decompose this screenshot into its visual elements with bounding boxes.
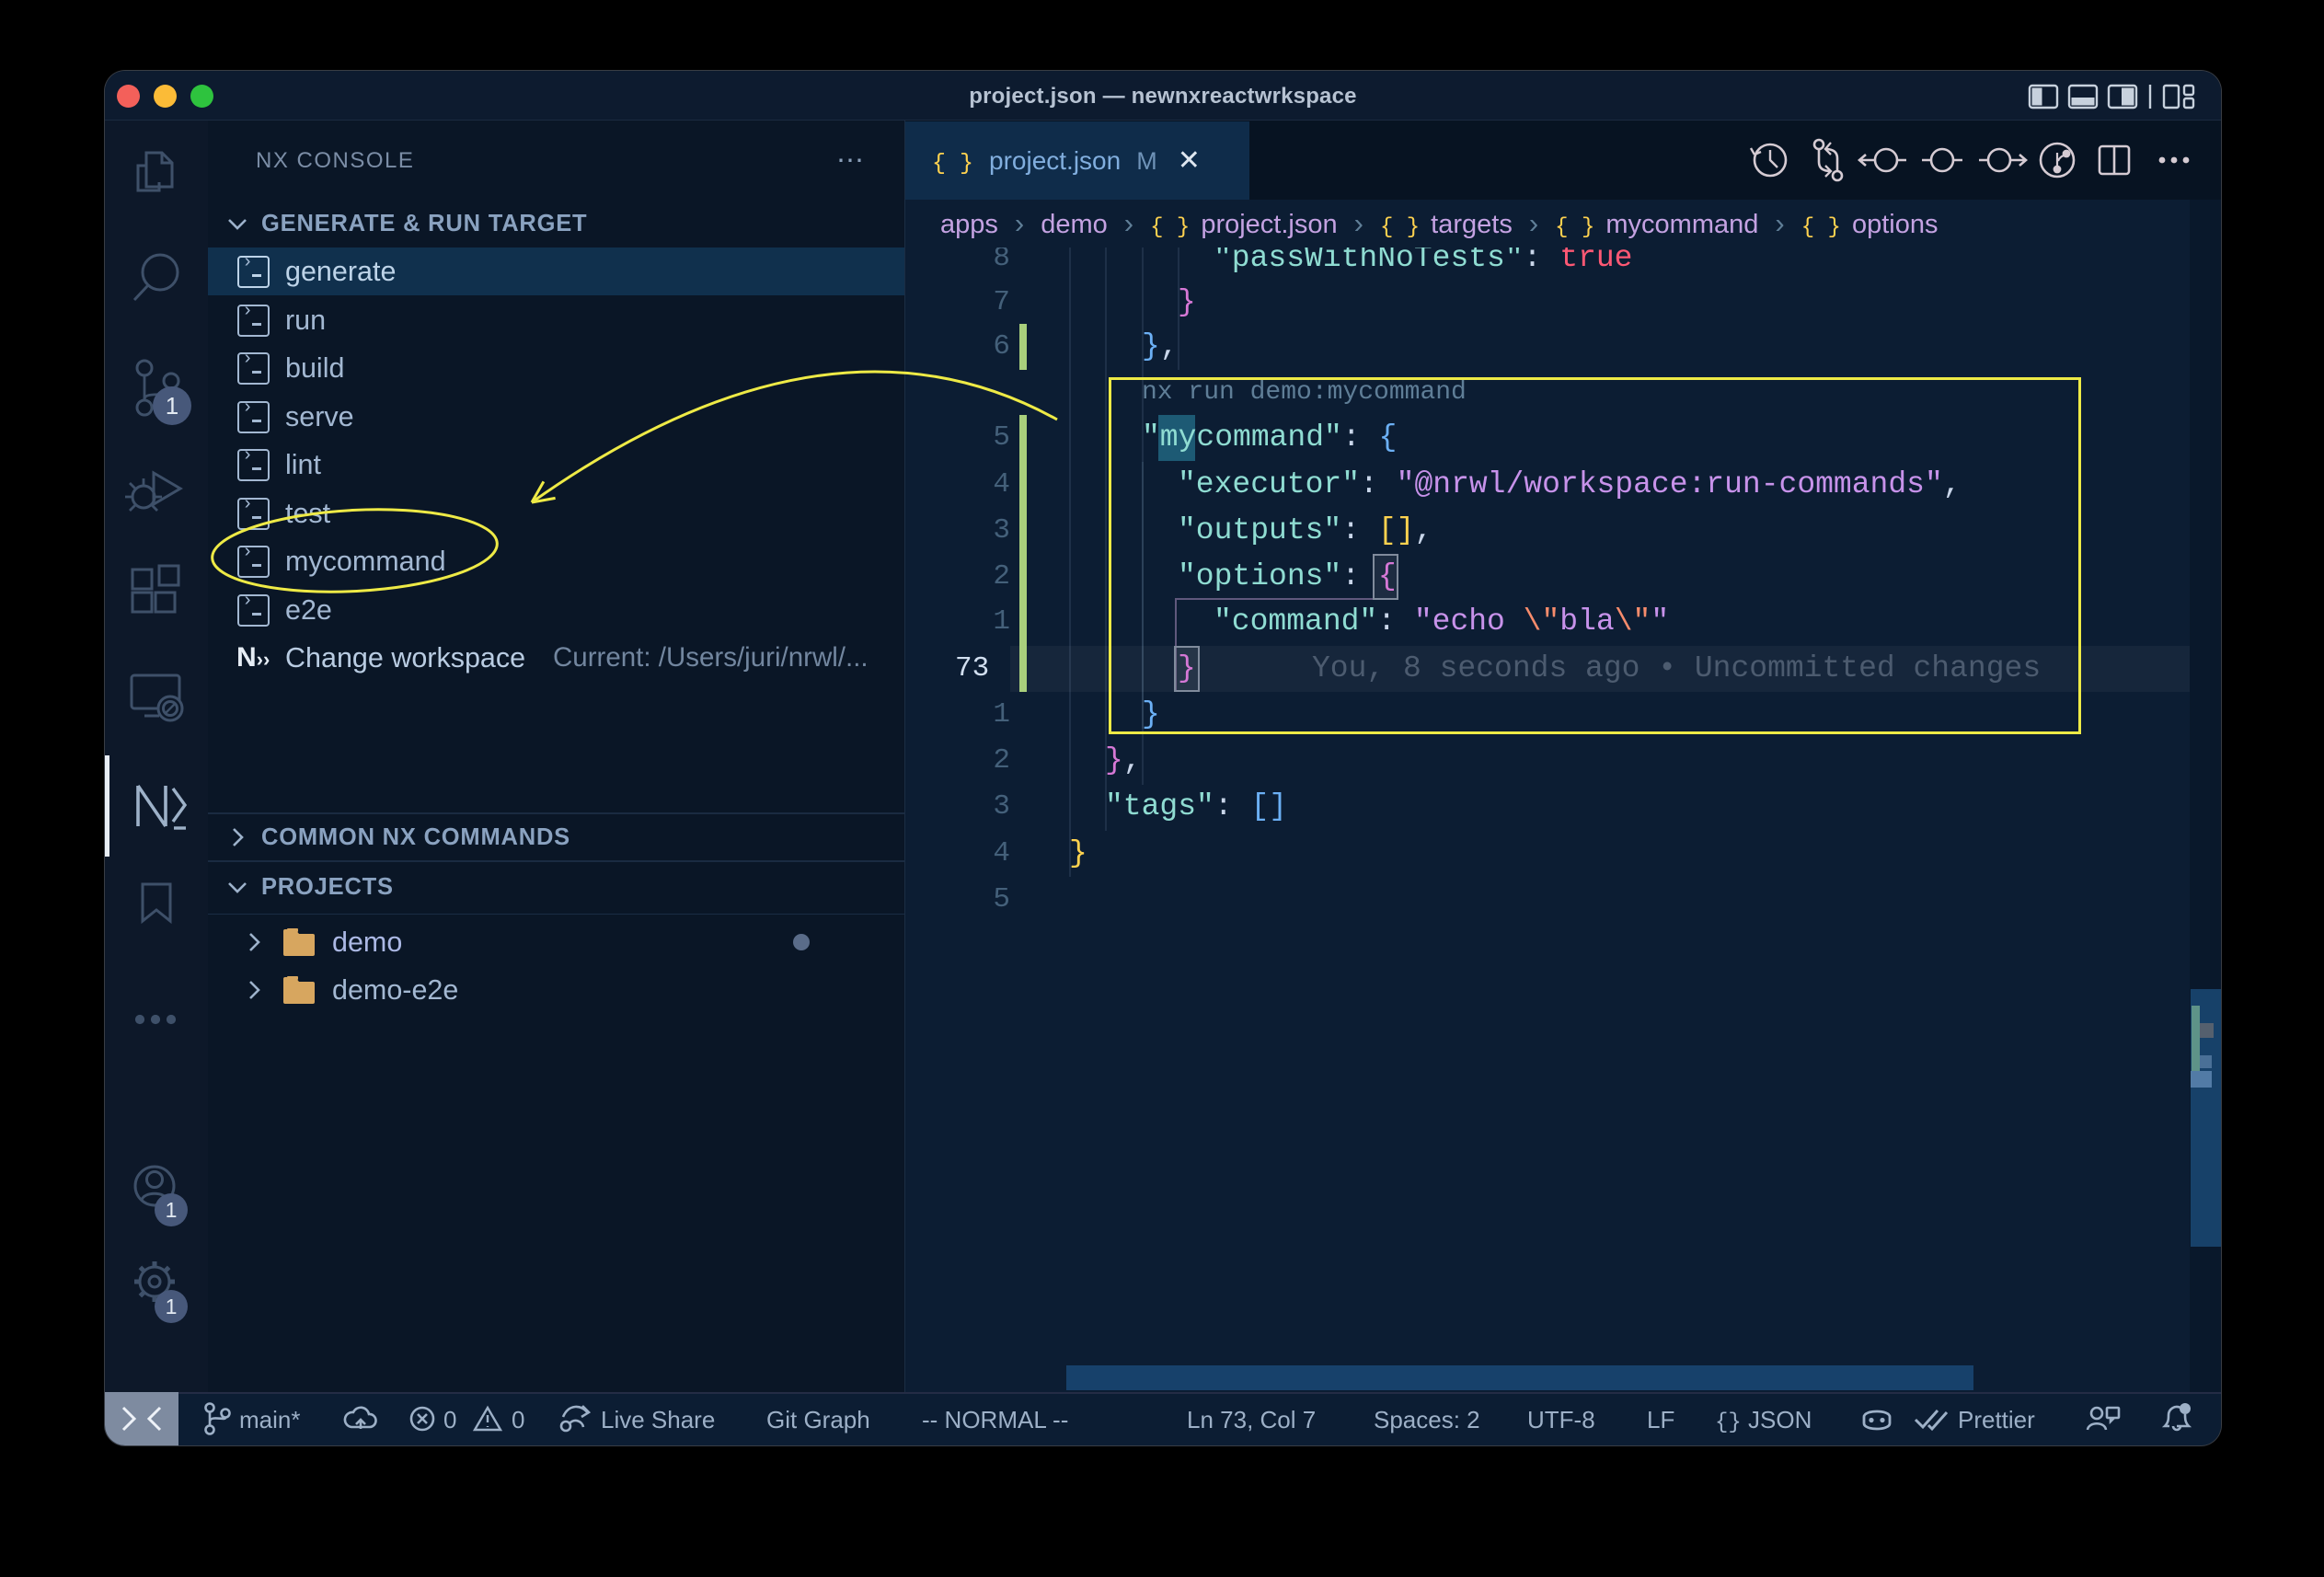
svg-text:1: 1: [166, 1295, 178, 1318]
svg-text:1: 1: [166, 392, 178, 420]
svg-text:1: 1: [166, 1198, 178, 1222]
